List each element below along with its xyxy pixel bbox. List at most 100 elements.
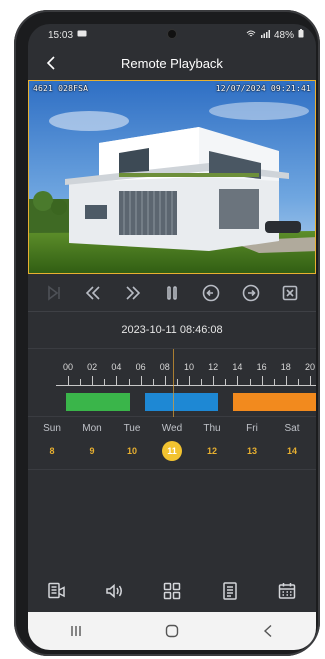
- close-stream-button[interactable]: [277, 280, 303, 306]
- camera-label: 4621 028FSA: [33, 84, 89, 93]
- recent-apps-button[interactable]: [61, 619, 91, 643]
- day-sat[interactable]: Sat 14: [272, 417, 312, 469]
- front-camera: [168, 30, 176, 38]
- day-name: Fri: [246, 423, 258, 434]
- week-selector: Sun 8 Mon 9 Tue 10 Wed 11 Thu 12 Fri 13 Sat 14: [28, 416, 316, 470]
- timeline-ruler[interactable]: 00 02 04 06 08 10 12 14 16 18 20: [28, 348, 316, 417]
- home-button[interactable]: [157, 619, 187, 643]
- timeline-hour-label: 02: [87, 362, 98, 372]
- day-name: Mon: [82, 423, 102, 434]
- page-title: Remote Playback: [121, 55, 223, 71]
- timeline-tick: [68, 376, 69, 385]
- timeline-tick: [92, 376, 94, 385]
- pause-icon: [167, 285, 177, 300]
- speaker-icon: [106, 583, 123, 599]
- title-bar: Remote Playback: [28, 46, 316, 80]
- timeline-tick: [116, 376, 118, 385]
- timeline-hour-label: 10: [183, 362, 195, 372]
- day-name: Sat: [284, 423, 300, 434]
- day-date: 11: [162, 441, 182, 461]
- back-nav-icon: [263, 624, 272, 638]
- playback-time: 2023-10-11 08:46:08: [121, 324, 223, 336]
- split-view-button[interactable]: [159, 578, 185, 604]
- timeline-tick: [189, 376, 190, 385]
- recording-segment-alarm[interactable]: [233, 393, 316, 411]
- timeline-tick: [261, 376, 263, 385]
- step-forward-button[interactable]: [41, 280, 67, 306]
- back-nav-button[interactable]: [253, 619, 283, 643]
- day-date: 9: [89, 446, 95, 456]
- system-nav-bar: [28, 612, 316, 650]
- audio-button[interactable]: [101, 578, 127, 604]
- previous-button[interactable]: [198, 280, 224, 306]
- recording-segment-normal[interactable]: [66, 393, 130, 411]
- playback-controls: [28, 274, 316, 312]
- timeline-hour-label: 04: [111, 362, 122, 372]
- timeline-tick: [237, 376, 239, 385]
- timeline-hour-label: 12: [208, 362, 219, 372]
- day-mon[interactable]: Mon 9: [72, 417, 112, 469]
- day-thu[interactable]: Thu 12: [192, 417, 232, 469]
- grid-icon: [163, 582, 181, 600]
- arrow-left-circle-icon: [203, 284, 220, 301]
- back-button[interactable]: [42, 54, 60, 72]
- calendar-icon: [278, 583, 296, 599]
- video-frame-image: [29, 81, 315, 273]
- video-overlay-datetime: 12/07/2024 09:21:41: [215, 84, 311, 93]
- timeline-cursor[interactable]: [173, 349, 174, 417]
- day-date: 14: [286, 446, 297, 456]
- list-document-icon: [222, 582, 237, 600]
- fast-forward-button[interactable]: [120, 280, 146, 306]
- file-list-button[interactable]: [217, 578, 243, 604]
- skip-next-icon: [47, 284, 60, 301]
- timeline-hour-label: 20: [304, 362, 316, 372]
- timeline-hour-label: 16: [256, 362, 267, 372]
- day-date: 10: [126, 446, 137, 456]
- snapshot-icon: [48, 582, 65, 599]
- day-tue[interactable]: Tue 10: [112, 417, 152, 469]
- recording-segment-schedule[interactable]: [145, 393, 218, 411]
- day-name: Sun: [43, 423, 61, 434]
- timeline-hour-label: 14: [232, 362, 243, 372]
- recent-apps-icon: [71, 626, 81, 636]
- timeline-hour-label: 18: [280, 362, 291, 372]
- timeline-hour-label: 08: [159, 362, 170, 372]
- wifi-icon: [246, 30, 256, 41]
- pause-button[interactable]: [159, 280, 185, 306]
- status-time: 15:03: [48, 29, 74, 41]
- signal-icon: [260, 29, 270, 41]
- timeline-tick: [310, 376, 311, 385]
- day-wed[interactable]: Wed 11: [152, 417, 192, 469]
- arrow-right-circle-icon: [242, 284, 260, 301]
- timeline-tick: [285, 376, 287, 385]
- message-icon: [77, 30, 87, 41]
- timeline-hour-label: 00: [62, 362, 74, 372]
- day-name: Thu: [203, 423, 221, 434]
- day-date: 12: [206, 446, 217, 456]
- snapshot-button[interactable]: [44, 578, 70, 604]
- rewind-button[interactable]: [80, 280, 106, 306]
- day-name: Wed: [161, 423, 183, 434]
- timeline-tick: [140, 376, 142, 385]
- bottom-toolbar: [28, 570, 316, 612]
- rewind-icon: [85, 285, 100, 300]
- day-sun[interactable]: Sun 8: [32, 417, 72, 469]
- video-player[interactable]: 4621 028FSA 12/07/2024 09:21:41: [28, 80, 316, 274]
- chevron-left-icon: [46, 56, 55, 70]
- battery-percent: 48%: [273, 29, 294, 41]
- next-button[interactable]: [238, 280, 264, 306]
- app-screen: 15:03 48% Remote Playback 4621 028FSA 12…: [28, 24, 316, 650]
- day-name: Tue: [123, 423, 141, 434]
- home-icon: [165, 624, 179, 638]
- battery-icon: [298, 29, 304, 41]
- calendar-button[interactable]: [274, 578, 300, 604]
- day-date: 8: [49, 446, 55, 456]
- day-fri[interactable]: Fri 13: [232, 417, 272, 469]
- timeline-tick: [213, 376, 215, 385]
- timeline-baseline: [56, 385, 316, 386]
- day-date: 13: [246, 446, 257, 456]
- close-box-icon: [282, 285, 298, 300]
- timeline-hour-label: 06: [135, 362, 146, 372]
- fast-forward-icon: [125, 285, 140, 300]
- timeline-tick: [164, 376, 166, 385]
